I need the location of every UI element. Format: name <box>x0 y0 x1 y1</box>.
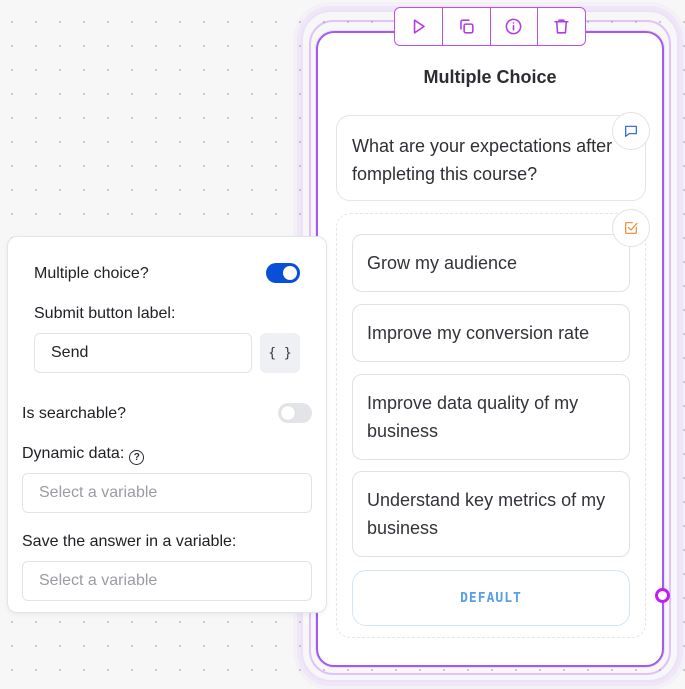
block-toolbar <box>394 7 586 46</box>
save-answer-placeholder: Select a variable <box>39 572 158 589</box>
test-block-button[interactable] <box>395 8 443 45</box>
save-answer-variable-select[interactable]: Select a variable <box>22 561 312 601</box>
question-text: What are your expectations after fomplet… <box>352 136 613 184</box>
choice-label: Improve my conversion rate <box>367 323 590 343</box>
trash-icon <box>554 19 569 34</box>
dynamic-data-label: Dynamic data:? <box>22 445 145 465</box>
insert-variable-button[interactable]: { } <box>260 333 300 373</box>
block-title: Multiple Choice <box>423 67 557 87</box>
submit-button-label-value: Send <box>51 344 89 361</box>
submit-button-label-input[interactable]: Send <box>34 333 252 373</box>
message-icon <box>625 125 637 137</box>
multiple-choice-label: Multiple choice? <box>34 265 149 282</box>
choice-label: Understand key metrics of my business <box>367 490 606 538</box>
delete-block-button[interactable] <box>538 8 585 45</box>
checkbox-icon <box>625 222 638 234</box>
duplicate-icon <box>459 19 474 34</box>
choice-label: Grow my audience <box>367 253 518 273</box>
block-output-connector[interactable] <box>655 588 670 603</box>
toggle-knob <box>281 406 295 420</box>
info-icon <box>505 18 522 35</box>
dynamic-data-select[interactable]: Select a variable <box>22 473 312 513</box>
dynamic-data-placeholder: Select a variable <box>39 484 158 501</box>
toggle-knob <box>283 266 297 280</box>
choice-item[interactable]: Understand key metrics of my business <box>352 471 630 557</box>
duplicate-block-button[interactable] <box>443 8 491 45</box>
default-button[interactable]: DEFAULT <box>352 570 630 626</box>
play-icon <box>413 19 425 34</box>
is-searchable-toggle[interactable] <box>278 403 312 423</box>
choice-item[interactable]: Grow my audience <box>352 234 630 292</box>
help-icon[interactable]: ? <box>129 450 145 465</box>
dynamic-data-label-text: Dynamic data: <box>22 445 125 462</box>
is-searchable-label: Is searchable? <box>22 405 127 422</box>
input-settings-button[interactable] <box>612 209 650 247</box>
multiple-choice-toggle[interactable] <box>266 263 300 283</box>
choice-item[interactable]: Improve data quality of my business <box>352 374 630 460</box>
settings-popover: Multiple choice? Submit button label: Se… <box>7 236 327 613</box>
save-answer-label: Save the answer in a variable: <box>22 533 237 550</box>
block-info-button[interactable] <box>491 8 539 45</box>
question-bubble[interactable]: What are your expectations after fomplet… <box>336 115 646 201</box>
choice-item[interactable]: Improve my conversion rate <box>352 304 630 362</box>
choice-label: Improve data quality of my business <box>367 393 579 441</box>
multiple-choice-block[interactable]: Multiple Choice What are your expectatio… <box>316 31 664 667</box>
submit-button-label-label: Submit button label: <box>34 305 176 322</box>
choices-list: Grow my audience Improve my conversion r… <box>336 213 646 638</box>
text-bubble-button[interactable] <box>612 112 650 150</box>
